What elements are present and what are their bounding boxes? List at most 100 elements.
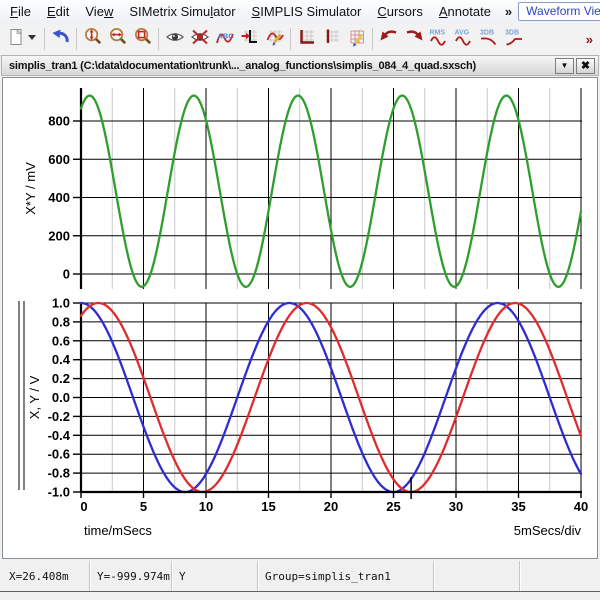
x-tick-label: 40 <box>574 499 588 514</box>
y-tick-label: 800 <box>48 114 70 129</box>
label-curve-icon: ABC <box>215 27 235 52</box>
rms-measure-button[interactable]: RMS <box>426 26 451 52</box>
y-tick-label: -0.6 <box>48 447 70 462</box>
menu-overflow-button[interactable]: » <box>499 4 518 19</box>
toolbar: ABC RMS AVG 3DB 3DB » <box>0 23 600 56</box>
3db-lowpass-icon: 3DB <box>479 27 499 52</box>
toolbar-separator <box>76 28 77 50</box>
add-axis-button[interactable] <box>237 26 262 52</box>
y-tick-label: 600 <box>48 152 70 167</box>
3db-highpass-button[interactable]: 3DB <box>501 26 526 52</box>
y-tick-label: 0.2 <box>52 371 70 386</box>
status-field-2: Y <box>172 561 258 591</box>
viewer-select-combo[interactable]: Waveform Viewer ▼ <box>518 2 600 21</box>
y-tick-label: 0.4 <box>52 352 71 367</box>
add-y-axis-grid-icon <box>322 27 342 52</box>
document-titlebar: simplis_tran1 (C:\data\documentation\tru… <box>1 55 599 76</box>
next-zoom-button[interactable] <box>401 26 426 52</box>
edit-curve-icon <box>265 27 285 52</box>
plot-0: 0 200 400 600 800 X*Y / mV <box>23 88 582 289</box>
edit-grid-icon <box>347 27 367 52</box>
svg-text:AVG: AVG <box>454 29 469 36</box>
svg-text:ABC: ABC <box>217 31 234 40</box>
svg-text:RMS: RMS <box>429 29 445 36</box>
plot-1: 1.00.80.60.40.20.0-0.2-0.4-0.6-0.8-1.0X,… <box>19 296 582 500</box>
y-tick-label: 0.8 <box>52 314 70 329</box>
menu-item-simetrix-simulator[interactable]: SIMetrix Simulator <box>121 1 243 22</box>
close-button[interactable]: ✖ <box>576 58 595 74</box>
x-axis-title: time/mSecs <box>84 523 152 538</box>
menu-item-annotate[interactable]: Annotate <box>431 1 499 22</box>
x-tick-label: 15 <box>261 499 275 514</box>
show-curve-button[interactable] <box>162 26 187 52</box>
zoom-rectangle-button[interactable] <box>130 26 155 52</box>
y-tick-label: -0.8 <box>48 466 70 481</box>
edit-curve-button[interactable] <box>262 26 287 52</box>
x-tick-label: 35 <box>511 499 525 514</box>
menu-item-simplis-simulator[interactable]: SIMPLIS Simulator <box>244 1 370 22</box>
y-tick-label: 0.6 <box>52 333 70 348</box>
document-title: simplis_tran1 (C:\data\documentation\tru… <box>9 60 553 72</box>
zoom-y-axis-button[interactable] <box>80 26 105 52</box>
x-tick-label: 10 <box>199 499 213 514</box>
menu-items: FileEditViewSIMetrix SimulatorSIMPLIS Si… <box>2 0 499 23</box>
y-axis-title-0: X*Y / mV <box>23 162 38 215</box>
previous-zoom-button[interactable] <box>376 26 401 52</box>
window-menu-button[interactable]: ▼ <box>555 58 574 74</box>
undo-button[interactable] <box>48 26 73 52</box>
x-tick-label: 0 <box>80 499 87 514</box>
y-tick-label: 1.0 <box>52 296 70 311</box>
avg-measure-icon: AVG <box>454 27 474 52</box>
menu-item-cursors[interactable]: Cursors <box>369 1 431 22</box>
x-tick-label: 5 <box>140 499 147 514</box>
add-axis-icon <box>240 27 260 52</box>
add-axes-grid-button[interactable] <box>294 26 319 52</box>
y-tick-label: -0.4 <box>48 428 71 443</box>
label-curve-button[interactable]: ABC <box>212 26 237 52</box>
svg-text:3DB: 3DB <box>505 29 519 36</box>
toolbar-separator <box>372 28 373 50</box>
3db-lowpass-button[interactable]: 3DB <box>476 26 501 52</box>
previous-zoom-icon <box>379 27 399 52</box>
add-axes-grid-icon <box>297 27 317 52</box>
add-y-axis-grid-button[interactable] <box>319 26 344 52</box>
y-axis-title-1: X, Y / V <box>27 375 42 419</box>
status-field-1: Y=-999.974m <box>90 561 172 591</box>
waveform-plot-area[interactable]: 0200400600800X*Y / mV1.00.80.60.40.20.0-… <box>2 77 598 559</box>
hide-curve-button[interactable] <box>187 26 212 52</box>
x-tick-label: 30 <box>449 499 463 514</box>
undo-icon <box>51 27 71 52</box>
viewer-select-value: Waveform Viewer <box>519 3 600 20</box>
x-axis-scale-label: 5mSecs/div <box>514 523 582 538</box>
statusbar: X=26.408mY=-999.974mYGroup=simplis_tran1 <box>2 561 598 591</box>
3db-highpass-icon: 3DB <box>504 27 524 52</box>
toolbar-separator <box>44 28 45 50</box>
hide-curve-icon <box>190 27 210 52</box>
menubar: FileEditViewSIMetrix SimulatorSIMPLIS Si… <box>0 0 600 24</box>
avg-measure-button[interactable]: AVG <box>451 26 476 52</box>
zoom-rectangle-icon <box>133 27 153 52</box>
menu-item-view[interactable]: View <box>77 1 121 22</box>
x-tick-label: 20 <box>324 499 338 514</box>
new-graph-dropdown-icon <box>25 27 45 52</box>
waveform-plot-svg[interactable]: 0200400600800X*Y / mV1.00.80.60.40.20.0-… <box>3 78 597 558</box>
menu-item-file[interactable]: File <box>2 1 39 22</box>
x-axis: 0510152025303540time/mSecs5mSecs/div <box>80 492 588 538</box>
show-curve-icon <box>165 27 185 52</box>
zoom-x-axis-button[interactable] <box>105 26 130 52</box>
toolbar-separator <box>290 28 291 50</box>
new-graph-dropdown-button[interactable] <box>28 26 41 52</box>
y-tick-label: 0.0 <box>52 390 70 405</box>
y-tick-label: 0 <box>63 267 70 282</box>
svg-text:3DB: 3DB <box>480 29 494 36</box>
y-tick-label: 200 <box>48 228 70 243</box>
rms-measure-icon: RMS <box>429 27 449 52</box>
app-window: FileEditViewSIMetrix SimulatorSIMPLIS Si… <box>0 0 600 600</box>
toolbar-separator <box>158 28 159 50</box>
menu-item-edit[interactable]: Edit <box>39 1 77 22</box>
status-field-3: Group=simplis_tran1 <box>258 561 434 591</box>
toolbar-overflow-button[interactable]: » <box>582 32 597 47</box>
y-tick-label: 400 <box>48 190 70 205</box>
zoom-x-axis-icon <box>108 27 128 52</box>
edit-grid-button[interactable] <box>344 26 369 52</box>
